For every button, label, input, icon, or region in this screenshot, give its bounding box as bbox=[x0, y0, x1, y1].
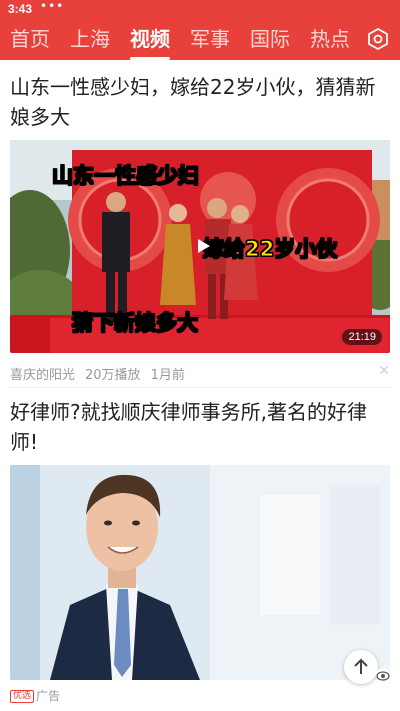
tab-military[interactable]: 军事 bbox=[190, 25, 230, 53]
tab-home[interactable]: 首页 bbox=[10, 25, 50, 53]
hexagon-settings-icon[interactable] bbox=[366, 27, 390, 51]
scroll-to-top-button[interactable] bbox=[344, 650, 378, 684]
tab-video[interactable]: 视频 bbox=[130, 25, 170, 53]
divider bbox=[10, 387, 390, 388]
video-caption-2: 嫁给22岁小伙 bbox=[202, 237, 338, 262]
lawyer-portrait-image bbox=[10, 465, 390, 680]
video-thumbnail[interactable]: 山东一性感少妇 嫁给22岁小伙 猜下新娘多大 21:19 bbox=[10, 140, 390, 353]
tab-hot[interactable]: 热点 bbox=[310, 25, 350, 53]
tab-international[interactable]: 国际 bbox=[250, 25, 290, 53]
article-meta: 喜庆的阳光 20万播放 1月前 bbox=[10, 364, 195, 383]
tab-shanghai[interactable]: 上海 bbox=[70, 25, 110, 53]
source-name[interactable]: 喜庆的阳光 bbox=[10, 368, 75, 383]
dismiss-icon[interactable]: ✕ bbox=[378, 363, 390, 379]
ad-title[interactable]: 好律师?就找顺庆律师事务所,著名的好律师! bbox=[10, 397, 390, 457]
play-count: 20万播放 bbox=[85, 368, 141, 383]
ad-image[interactable] bbox=[10, 465, 390, 680]
video-duration: 21:19 bbox=[342, 329, 382, 345]
status-bar: 3:43 ••• bbox=[0, 0, 400, 20]
ad-badge: 优选 bbox=[10, 690, 35, 703]
eye-icon[interactable] bbox=[376, 668, 390, 682]
active-tab-indicator bbox=[130, 57, 170, 60]
channel-tabs: 首页 上海 视频 军事 国际 热点 bbox=[0, 20, 400, 60]
status-time: 3:43 bbox=[8, 2, 33, 16]
arrow-up-icon bbox=[354, 658, 368, 674]
article-title[interactable]: 山东一性感少妇，嫁给22岁小伙，猜猜新娘多大 bbox=[10, 72, 390, 132]
ad-label: 广告 bbox=[36, 689, 61, 703]
publish-time: 1月前 bbox=[150, 368, 185, 383]
top-bar: 3:43 ••• 首页 上海 视频 军事 国际 热点 bbox=[0, 0, 400, 60]
status-notification-dots: ••• bbox=[40, 0, 65, 13]
video-caption-1: 山东一性感少妇 bbox=[52, 164, 200, 189]
video-caption-3: 猜下新娘多大 bbox=[72, 311, 199, 336]
play-icon[interactable] bbox=[194, 237, 212, 255]
